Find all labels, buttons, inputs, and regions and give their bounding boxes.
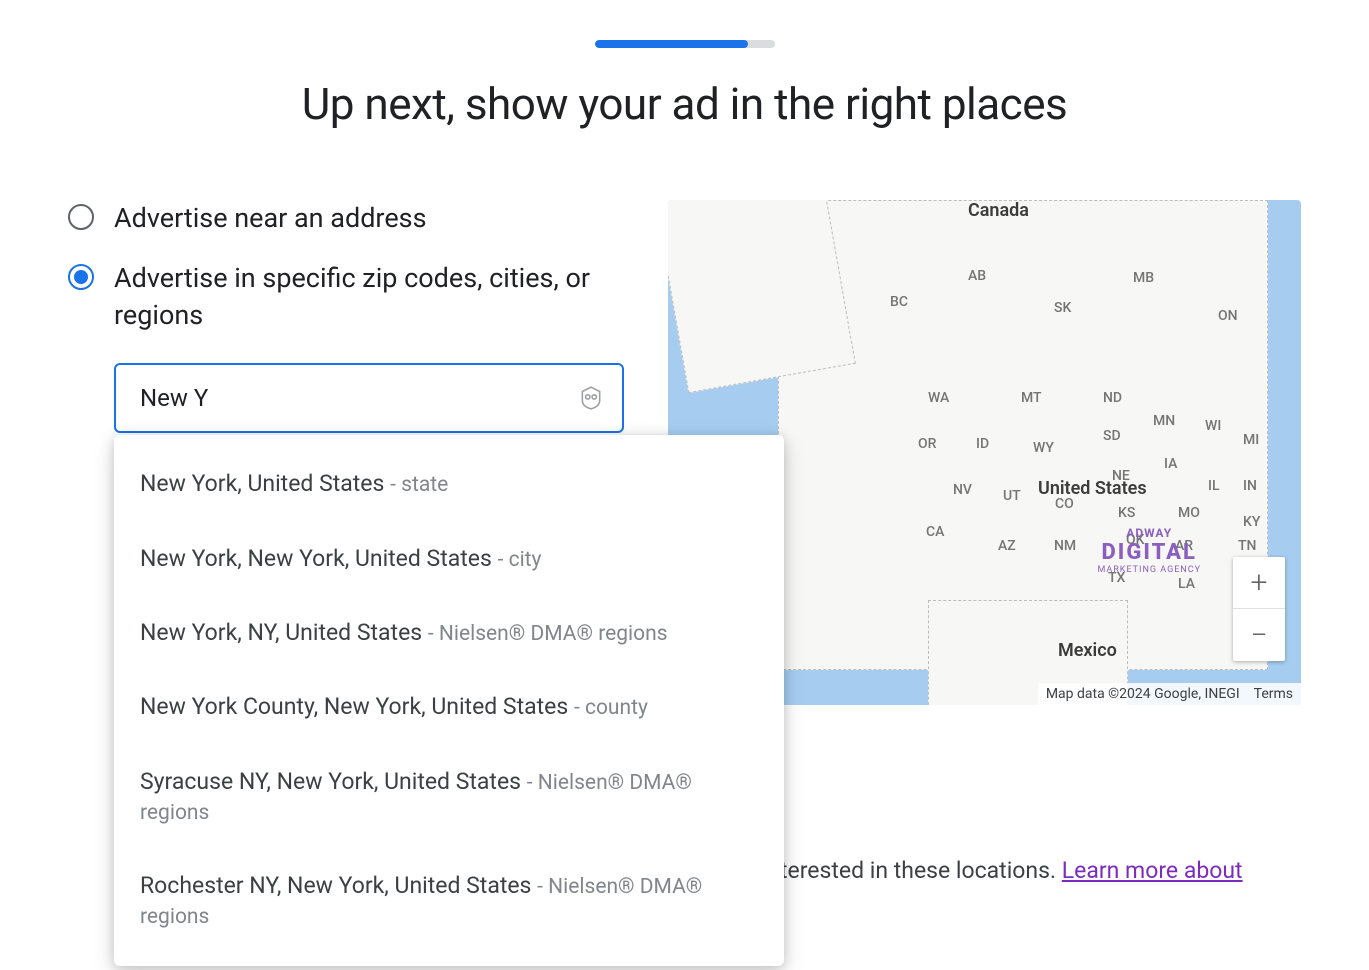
bottom-helper-text: terested in these locations. Learn more … [780,857,1243,884]
map-label-region: LA [1178,576,1195,592]
map-terms-link[interactable]: Terms [1254,686,1293,702]
learn-more-link[interactable]: Learn more about [1062,857,1243,884]
map-label-region: MO [1178,505,1200,521]
watermark-line: ADWAY [1097,526,1201,540]
map-label-region: KS [1118,505,1135,521]
map-label-region: ND [1103,390,1122,406]
map-label-region: MN [1153,413,1175,429]
map-attribution: Map data ©2024 Google, INEGI Terms [1038,683,1301,705]
map-label-region: SK [1054,300,1071,316]
map-label-region: IA [1164,456,1177,472]
map-label-region: SD [1103,428,1121,444]
map-label-region: KY [1243,514,1260,530]
radio-icon [68,204,94,230]
map-label-region: UT [1003,488,1021,504]
map-label-region: ON [1218,308,1238,324]
map-attribution-text: Map data ©2024 Google, INEGI [1046,686,1240,702]
location-search-input[interactable] [114,363,624,433]
map-label-region: ID [976,436,989,452]
map-label-country: Canada [968,200,1029,221]
map-label-region: MT [1021,390,1042,406]
map-label-region: OR [918,436,936,452]
map-label-region: BC [890,294,908,310]
map-label-region: MI [1243,432,1259,448]
map-label-region: NV [953,482,972,498]
map-label-region: IL [1208,478,1220,494]
suggestion-item[interactable]: New York County, New York, United States… [114,670,784,744]
suggestions-dropdown: New York, United States - state New York… [114,435,784,965]
watermark-line: MARKETING AGENCY [1097,565,1201,575]
map-label-region: CO [1055,496,1074,512]
map-label-region: WI [1205,418,1221,434]
suggestion-item[interactable]: Rochester NY, New York, United States - … [114,849,784,954]
radio-option-regions[interactable]: Advertise in specific zip codes, cities,… [68,260,628,333]
watermark-line: DIGITAL [1097,540,1201,565]
map-label-country: Mexico [1058,640,1117,661]
map-label-region: TN [1238,538,1256,554]
suggestion-item[interactable]: New York, New York, United States - city [114,522,784,596]
zoom-out-button[interactable]: − [1233,609,1285,661]
map-label-region: AB [968,268,986,284]
radio-option-address[interactable]: Advertise near an address [68,200,628,236]
progress-bar [595,40,775,48]
map-label-region: NM [1054,538,1076,554]
suggestion-item[interactable]: New York, United States - state [114,447,784,521]
radio-label: Advertise in specific zip codes, cities,… [114,260,628,333]
map-label-region: MB [1133,270,1154,286]
suggestion-item[interactable]: New York, NY, United States - Nielsen® D… [114,596,784,670]
radio-label: Advertise near an address [114,200,427,236]
map-label-region: CA [926,524,944,540]
map-label-region: WA [928,390,949,406]
page-title: Up next, show your ad in the right place… [0,78,1369,130]
zoom-controls: + − [1233,557,1285,661]
map-label-region: NE [1112,468,1130,484]
progress-fill [595,40,748,48]
zoom-in-button[interactable]: + [1233,557,1285,609]
watermark: ADWAY DIGITAL MARKETING AGENCY [1097,526,1201,575]
map-label-region: WY [1033,440,1054,456]
map-label-region: AZ [998,538,1016,554]
radio-icon [68,264,94,290]
suggestion-item[interactable]: Syracuse NY, New York, United States - N… [114,745,784,850]
owl-icon [578,385,604,411]
map-label-region: IN [1243,478,1257,494]
